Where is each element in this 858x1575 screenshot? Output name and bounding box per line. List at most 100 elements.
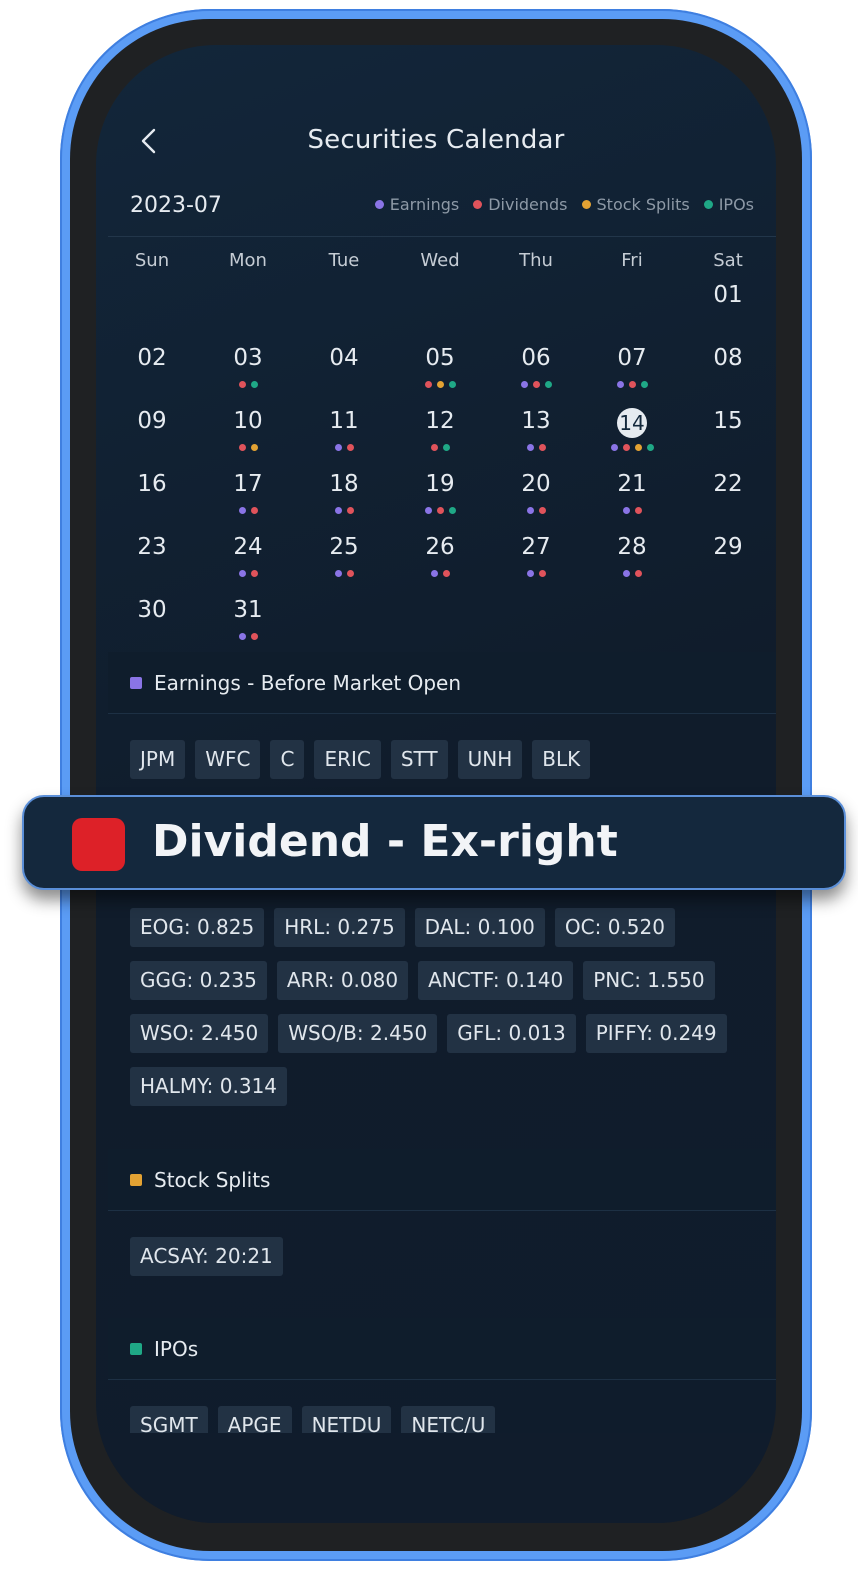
ipos-dot-icon (640, 381, 648, 388)
day-number: 03 (233, 345, 263, 371)
dividends-ticker-chip[interactable]: HALMY: 0.314 (130, 1067, 288, 1106)
day-cell-08[interactable]: 08 (680, 345, 776, 408)
day-cell-07[interactable]: 07 (584, 345, 680, 408)
day-cell-10[interactable]: 10 (200, 408, 296, 471)
day-cell-22[interactable]: 22 (680, 471, 776, 534)
earnings-dot-icon (430, 570, 438, 577)
day-cell-empty (104, 282, 200, 345)
dividends-dot-icon (634, 507, 642, 514)
legend-dot-icon (703, 200, 713, 209)
calendar-week: 09 10 11 12 13 14 15 (104, 408, 776, 471)
earnings-ticker-chip[interactable]: STT (390, 740, 448, 779)
month-label[interactable]: 2023-07 (130, 193, 222, 218)
day-cell-30[interactable]: 30 (104, 597, 200, 660)
dividends-ticker-chip[interactable]: WSO: 2.450 (130, 1014, 269, 1053)
day-cell-16[interactable]: 16 (104, 471, 200, 534)
event-dots (296, 570, 392, 577)
day-cell-05[interactable]: 05 (392, 345, 488, 408)
dividends-ticker-chip[interactable]: PIFFY: 0.249 (585, 1014, 727, 1053)
legend-dot-icon (581, 200, 591, 209)
weekday-mon: Mon (229, 250, 267, 271)
day-cell-03[interactable]: 03 (200, 345, 296, 408)
dividends-ticker-chip[interactable]: ARR: 0.080 (276, 961, 409, 1000)
day-cell-15[interactable]: 15 (680, 408, 776, 471)
earnings-dot-icon (520, 381, 528, 388)
day-cell-11[interactable]: 11 (296, 408, 392, 471)
day-number: 18 (329, 471, 359, 497)
dividends-ticker-chip[interactable]: EOG: 0.825 (130, 908, 265, 947)
day-cell-25[interactable]: 25 (296, 534, 392, 597)
day-cell-12[interactable]: 12 (392, 408, 488, 471)
day-number: 21 (617, 471, 647, 497)
day-cell-28[interactable]: 28 (584, 534, 680, 597)
weekday-fri: Fri (621, 250, 643, 271)
dividends-ticker-chip[interactable]: GFL: 0.013 (447, 1014, 576, 1053)
earnings-dot-icon (334, 507, 342, 514)
dividends-ticker-chip[interactable]: OC: 0.520 (554, 908, 675, 947)
dividends-ticker-chip[interactable]: ANCTF: 0.140 (418, 961, 574, 1000)
day-number: 17 (233, 471, 263, 497)
earnings-ticker-chip[interactable]: ERIC (314, 740, 381, 779)
dividends-dot-icon (628, 381, 636, 388)
day-number: 31 (233, 597, 263, 623)
dividends-dot-icon (250, 507, 258, 514)
section-title-earnings: Earnings - Before Market Open (154, 671, 461, 695)
dividends-ticker-chip[interactable]: WSO/B: 2.450 (278, 1014, 438, 1053)
section-header-earnings: Earnings - Before Market Open (108, 652, 776, 714)
earnings-ticker-chip[interactable]: WFC (195, 740, 261, 779)
event-dots (488, 570, 584, 577)
earnings-ticker-chip[interactable]: JPM (130, 740, 186, 779)
earnings-ticker-chip[interactable]: C (270, 740, 305, 779)
day-cell-21[interactable]: 21 (584, 471, 680, 534)
event-dots (200, 570, 296, 577)
ipos-dot-icon (544, 381, 552, 388)
day-cell-04[interactable]: 04 (296, 345, 392, 408)
day-cell-empty (200, 282, 296, 345)
header: Securities Calendar (96, 115, 776, 165)
event-dots (392, 381, 488, 388)
calendar-grid: Sun Mon Tue Wed Thu Fri Sat 01 02 03 04 05 06 07 08 09… (104, 250, 776, 660)
day-cell-06[interactable]: 06 (488, 345, 584, 408)
day-cell-09[interactable]: 09 (104, 408, 200, 471)
day-number: 09 (137, 408, 167, 434)
weekday-tue: Tue (328, 250, 360, 271)
earnings-chip-list: JPM WFC C ERIC STT UNH BLK (130, 740, 750, 779)
day-cell-18[interactable]: 18 (296, 471, 392, 534)
splits-ticker-chip[interactable]: ACSAY: 20:21 (130, 1237, 283, 1276)
dividends-dot-icon (430, 444, 438, 451)
stock-splits-dot-icon (634, 444, 642, 451)
day-cell-23[interactable]: 23 (104, 534, 200, 597)
dividends-ticker-chip[interactable]: DAL: 0.100 (414, 908, 545, 947)
day-cell-26[interactable]: 26 (392, 534, 488, 597)
day-cell-14[interactable]: 14 (584, 408, 680, 471)
dividends-dot-icon (424, 381, 432, 388)
weekday-sat: Sat (713, 250, 743, 271)
section-header-ipos: IPOs (108, 1318, 776, 1380)
day-cell-31[interactable]: 31 (200, 597, 296, 660)
day-cell-01[interactable]: 01 (680, 282, 776, 345)
legend-item-dividends: Dividends (473, 195, 568, 214)
day-cell-24[interactable]: 24 (200, 534, 296, 597)
day-cell-17[interactable]: 17 (200, 471, 296, 534)
day-cell-19[interactable]: 19 (392, 471, 488, 534)
earnings-dot-icon (610, 444, 618, 451)
earnings-dot-icon (616, 381, 624, 388)
dividends-ticker-chip[interactable]: GGG: 0.235 (130, 961, 267, 1000)
event-dots (584, 570, 680, 577)
day-cell-02[interactable]: 02 (104, 345, 200, 408)
earnings-dot-icon (526, 570, 534, 577)
event-dots (584, 444, 680, 451)
day-cell-20[interactable]: 20 (488, 471, 584, 534)
dividends-ticker-chip[interactable]: HRL: 0.275 (274, 908, 405, 947)
day-cell-13[interactable]: 13 (488, 408, 584, 471)
dividends-ticker-chip[interactable]: PNC: 1.550 (583, 961, 715, 1000)
day-cell-29[interactable]: 29 (680, 534, 776, 597)
day-cell-27[interactable]: 27 (488, 534, 584, 597)
legend-label: Stock Splits (596, 195, 690, 214)
calendar-week: 23 24 25 26 27 28 29 (104, 534, 776, 597)
banner-title: Dividend - Ex-right (152, 816, 618, 867)
earnings-ticker-chip[interactable]: BLK (532, 740, 591, 779)
weekday-header: Sun Mon Tue Wed Thu Fri Sat (104, 250, 776, 282)
dividends-dot-icon (538, 444, 546, 451)
earnings-ticker-chip[interactable]: UNH (457, 740, 523, 779)
